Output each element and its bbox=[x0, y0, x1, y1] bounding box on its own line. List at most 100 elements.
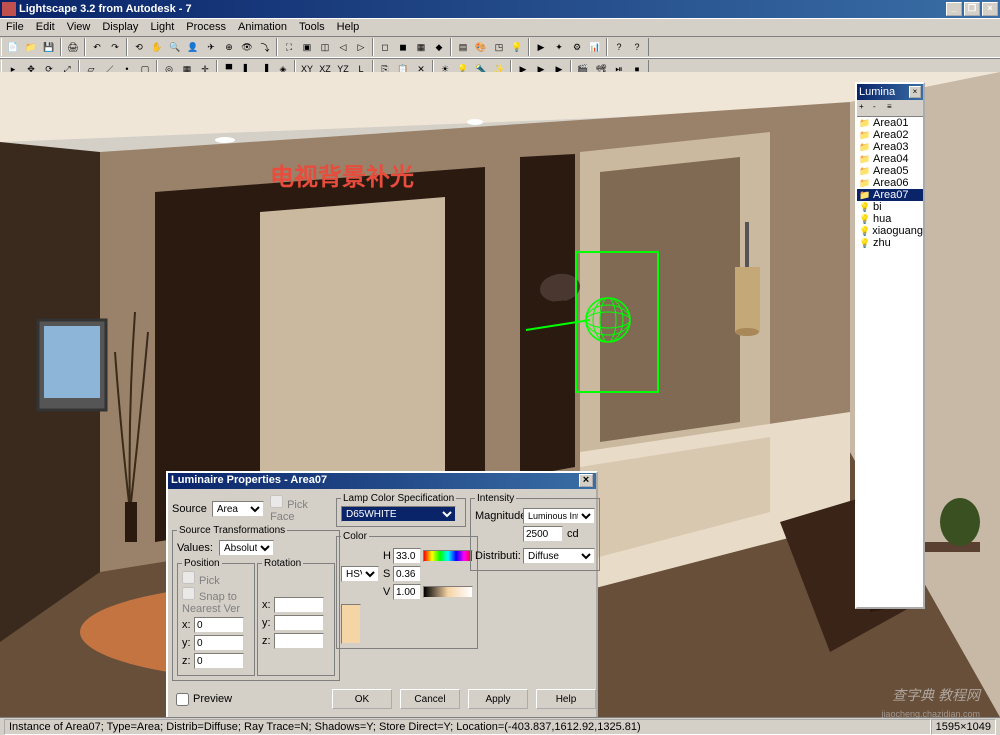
new-icon[interactable]: 📄 bbox=[5, 39, 21, 55]
menu-process[interactable]: Process bbox=[180, 19, 232, 36]
s-input[interactable] bbox=[393, 566, 421, 582]
raytrace-icon[interactable]: ✦ bbox=[551, 39, 567, 55]
magnitude-label: Magnitude: bbox=[475, 510, 523, 522]
h-label: H bbox=[383, 550, 393, 562]
apply-button[interactable]: Apply bbox=[468, 689, 528, 709]
extents-icon[interactable]: ⛶ bbox=[281, 39, 297, 55]
source-select[interactable]: Area bbox=[212, 501, 264, 517]
layers-icon[interactable]: ▤ bbox=[455, 39, 471, 55]
hue-strip[interactable] bbox=[423, 550, 473, 562]
v-input[interactable] bbox=[393, 584, 421, 600]
luminaire-panel-title: Lumina × bbox=[857, 84, 923, 100]
menu-display[interactable]: Display bbox=[96, 19, 144, 36]
luminaire-item-label: hua bbox=[873, 213, 891, 225]
pos-x-input[interactable] bbox=[194, 617, 244, 633]
open-icon[interactable]: 📁 bbox=[23, 39, 39, 55]
save-icon[interactable]: 💾 bbox=[41, 39, 57, 55]
magnitude-unit: cd bbox=[567, 528, 579, 540]
luminaire-item-Area03[interactable]: 📁Area03 bbox=[857, 141, 923, 153]
watermark: 查字典 教程网 bbox=[892, 685, 980, 705]
next-view-icon[interactable]: ▷ bbox=[353, 39, 369, 55]
menu-help[interactable]: Help bbox=[331, 19, 366, 36]
luminaire-item-bi[interactable]: 💡bi bbox=[857, 201, 923, 213]
value-strip[interactable] bbox=[423, 586, 473, 598]
solution-icon[interactable]: ◆ bbox=[431, 39, 447, 55]
lamp-spec-select[interactable]: D65WHITE bbox=[341, 506, 456, 522]
preview-label: Preview bbox=[193, 693, 232, 705]
print-icon[interactable]: 🖨 bbox=[65, 39, 81, 55]
luminaire-item-Area07[interactable]: 📁Area07 bbox=[857, 189, 923, 201]
menu-light[interactable]: Light bbox=[144, 19, 180, 36]
luminaire-panel-close[interactable]: × bbox=[909, 86, 921, 98]
fly-icon[interactable]: ✈ bbox=[203, 39, 219, 55]
rot-y-label: y: bbox=[262, 617, 274, 629]
luminaire-item-zhu[interactable]: 💡zhu bbox=[857, 237, 923, 249]
process-icon[interactable]: ▶ bbox=[533, 39, 549, 55]
distribution-label: Distributi: bbox=[475, 550, 523, 562]
luminaires-icon[interactable]: 💡 bbox=[509, 39, 525, 55]
luminaire-item-Area05[interactable]: 📁Area05 bbox=[857, 165, 923, 177]
luminaire-list[interactable]: 📁Area01📁Area02📁Area03📁Area04📁Area05📁Area… bbox=[857, 117, 923, 607]
luminaire-item-hua[interactable]: 💡hua bbox=[857, 213, 923, 225]
orbit-icon[interactable]: ⟲ bbox=[131, 39, 147, 55]
target-icon[interactable]: ⊕ bbox=[221, 39, 237, 55]
restore-button[interactable]: ❐ bbox=[964, 2, 980, 16]
materials-icon[interactable]: 🎨 bbox=[473, 39, 489, 55]
luminaire-item-Area01[interactable]: 📁Area01 bbox=[857, 117, 923, 129]
color-legend: Color bbox=[341, 531, 369, 542]
help-button[interactable]: Help bbox=[536, 689, 596, 709]
context-help-icon[interactable]: ? bbox=[629, 39, 645, 55]
redo-icon[interactable]: ↷ bbox=[107, 39, 123, 55]
magnitude-input[interactable] bbox=[523, 526, 563, 542]
menu-tools[interactable]: Tools bbox=[293, 19, 331, 36]
wireframe-icon[interactable]: ◻ bbox=[377, 39, 393, 55]
rot-z-input[interactable] bbox=[274, 633, 324, 649]
luminaire-panel[interactable]: Lumina × + - ≡ 📁Area01📁Area02📁Area03📁Are… bbox=[855, 82, 925, 609]
rot-x-input[interactable] bbox=[274, 597, 324, 613]
preview-checkbox[interactable] bbox=[176, 693, 189, 706]
undo-icon[interactable]: ↶ bbox=[89, 39, 105, 55]
h-input[interactable] bbox=[393, 548, 421, 564]
cancel-button[interactable]: Cancel bbox=[400, 689, 460, 709]
values-select[interactable]: Absolute bbox=[219, 540, 274, 556]
menu-edit[interactable]: Edit bbox=[30, 19, 61, 36]
help-icon[interactable]: ? bbox=[611, 39, 627, 55]
ok-button[interactable]: OK bbox=[332, 689, 392, 709]
params-icon[interactable]: ⚙ bbox=[569, 39, 585, 55]
luminaire-item-label: Area01 bbox=[873, 117, 908, 129]
close-button[interactable]: × bbox=[982, 2, 998, 16]
pos-y-input[interactable] bbox=[194, 635, 244, 651]
pos-z-input[interactable] bbox=[194, 653, 244, 669]
minimize-button[interactable]: _ bbox=[946, 2, 962, 16]
distribution-select[interactable]: Diffuse bbox=[523, 548, 595, 564]
prev-view-icon[interactable]: ◁ bbox=[335, 39, 351, 55]
lum-del-icon[interactable]: - bbox=[872, 101, 886, 115]
textured-icon[interactable]: ▦ bbox=[413, 39, 429, 55]
luminaire-item-Area04[interactable]: 📁Area04 bbox=[857, 153, 923, 165]
magnitude-type-select[interactable]: Luminous Intensity bbox=[523, 508, 595, 524]
zoom-icon[interactable]: 🔍 bbox=[167, 39, 183, 55]
luminaire-item-Area02[interactable]: 📁Area02 bbox=[857, 129, 923, 141]
region-icon[interactable]: ▣ bbox=[299, 39, 315, 55]
menu-view[interactable]: View bbox=[61, 19, 97, 36]
walk-icon[interactable]: 👤 bbox=[185, 39, 201, 55]
roll-icon[interactable]: ⤵ bbox=[257, 39, 273, 55]
luminaire-item-Area06[interactable]: 📁Area06 bbox=[857, 177, 923, 189]
stats-icon[interactable]: 📊 bbox=[587, 39, 603, 55]
selection-icon[interactable]: ◫ bbox=[317, 39, 333, 55]
menu-file[interactable]: File bbox=[0, 19, 30, 36]
colorspace-select[interactable]: HSV bbox=[341, 566, 379, 582]
luminaire-item-xiaoguang[interactable]: 💡xiaoguang bbox=[857, 225, 923, 237]
area-light-icon: 📁 bbox=[859, 118, 871, 128]
blocks-icon[interactable]: ◳ bbox=[491, 39, 507, 55]
shaded-icon[interactable]: ◼ bbox=[395, 39, 411, 55]
lum-prop-icon[interactable]: ≡ bbox=[886, 101, 900, 115]
look-icon[interactable]: 👁 bbox=[239, 39, 255, 55]
luminaire-properties-dialog[interactable]: Luminaire Properties - Area07 × Source A… bbox=[166, 471, 598, 719]
rot-y-input[interactable] bbox=[274, 615, 324, 631]
dialog-titlebar[interactable]: Luminaire Properties - Area07 × bbox=[168, 473, 596, 489]
dialog-close-button[interactable]: × bbox=[579, 474, 593, 487]
lum-new-icon[interactable]: + bbox=[858, 101, 872, 115]
pan-icon[interactable]: ✋ bbox=[149, 39, 165, 55]
menu-animation[interactable]: Animation bbox=[232, 19, 293, 36]
